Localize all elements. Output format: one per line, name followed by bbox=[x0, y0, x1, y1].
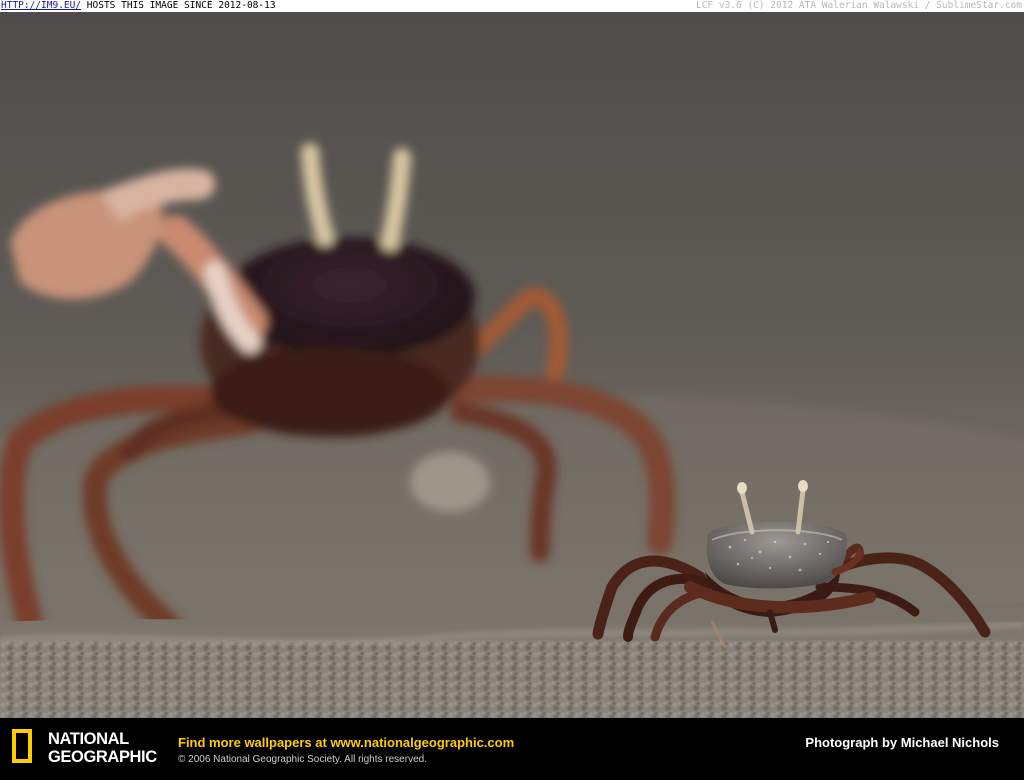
national-geographic-logo[interactable]: NATIONAL GEOGRAPHIC bbox=[12, 729, 162, 773]
wallpaper-promo: Find more wallpapers at www.nationalgeog… bbox=[178, 735, 514, 750]
promo-link[interactable]: www.nationalgeographic.com bbox=[330, 735, 514, 750]
watermark-credit: LCF v3.6 (C) 2012 ATA Walerian Walawski … bbox=[695, 0, 1022, 11]
logo-line1: NATIONAL bbox=[48, 730, 129, 748]
logo-text: NATIONAL GEOGRAPHIC bbox=[48, 730, 157, 766]
footer-bar: NATIONAL GEOGRAPHIC Find more wallpapers… bbox=[0, 718, 1024, 780]
yellow-border-icon bbox=[12, 729, 32, 763]
copyright-text: © 2006 National Geographic Society. All … bbox=[178, 754, 427, 765]
watermark-hosts-text: HOSTS THIS IMAGE SINCE 2012-08-13 bbox=[81, 0, 276, 11]
promo-text: Find more wallpapers at bbox=[178, 735, 331, 750]
crab-photo bbox=[0, 12, 1024, 718]
watermark-left: HTTP://IM9.EU/ HOSTS THIS IMAGE SINCE 20… bbox=[1, 0, 276, 12]
logo-line2: GEOGRAPHIC bbox=[48, 748, 157, 766]
photo-credit: Photograph by Michael Nichols bbox=[805, 735, 999, 750]
watermark-link[interactable]: HTTP://IM9.EU/ bbox=[1, 0, 81, 11]
sand-foreground bbox=[0, 640, 1024, 718]
watermark-bar: HTTP://IM9.EU/ HOSTS THIS IMAGE SINCE 20… bbox=[0, 0, 1024, 12]
